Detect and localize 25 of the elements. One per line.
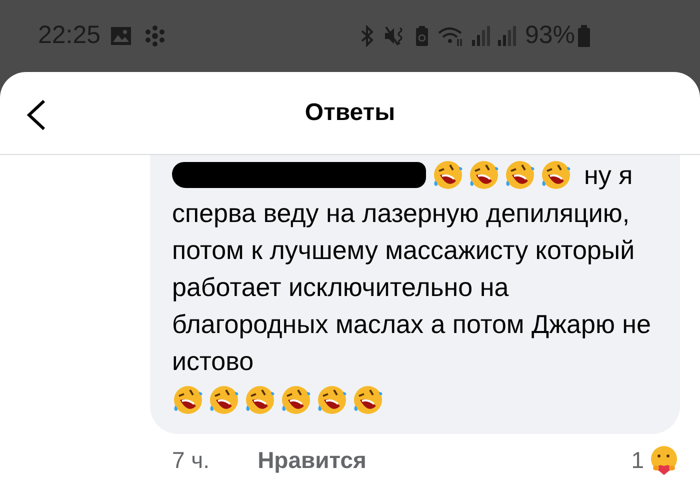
comment-time: 7 ч. (172, 446, 210, 475)
bluetooth-icon (358, 25, 375, 47)
comment-text: сперва веду на лазерную депиляцию, потом к лучшему массажисту который работает исключительно на благородных маслах а потом Джарю не истово (172, 197, 652, 378)
battery-icon (578, 25, 590, 47)
laughing-face-icon (540, 159, 572, 191)
laughing-face-icon (280, 384, 312, 416)
wifi-icon (436, 25, 465, 47)
image-icon (110, 26, 132, 46)
reaction-count: 1 (631, 446, 644, 475)
laughing-face-icon (352, 384, 384, 416)
laughing-face-icon (244, 384, 276, 416)
signal-icon (496, 25, 517, 47)
laughing-face-icon (316, 384, 348, 416)
signal-icon (470, 25, 491, 47)
flower-icon (144, 25, 166, 47)
laughing-face-icon (432, 159, 464, 191)
laughing-face-icon (468, 159, 500, 191)
hugging-face-icon (648, 444, 680, 476)
battery-saver-icon (414, 25, 429, 47)
laughing-face-icon (172, 384, 204, 416)
laughing-face-icon (208, 384, 240, 416)
laughing-face-icon (504, 159, 536, 191)
comment-text: ну я (584, 158, 633, 192)
page-title: Ответы (304, 98, 396, 128)
like-link[interactable]: Нравится (258, 442, 366, 478)
